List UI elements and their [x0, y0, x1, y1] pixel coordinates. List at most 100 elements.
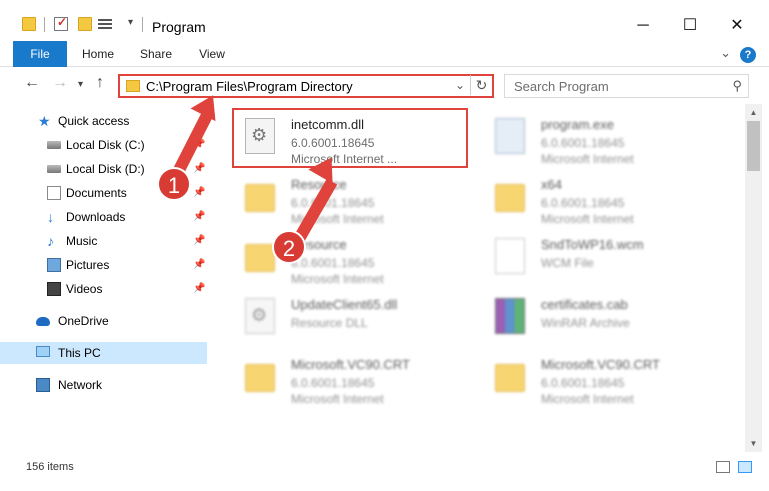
file-name: SndToWP16.wcm: [541, 237, 644, 252]
separator: [44, 17, 45, 32]
folder-icon: [495, 364, 525, 392]
file-name: Microsoft.VC90.CRT: [291, 357, 410, 372]
scrollbar-thumb[interactable]: [747, 121, 760, 171]
computer-icon: [36, 346, 50, 357]
exe-file-icon: [495, 118, 525, 154]
ribbon-tabs: File Home Share View ⌄ ?: [0, 41, 769, 67]
vertical-scrollbar[interactable]: ▲ ▼: [745, 104, 762, 452]
star-icon: ★: [38, 113, 51, 129]
address-path[interactable]: C:\Program Files\Program Directory: [146, 79, 353, 94]
file-name: Microsoft.VC90.CRT: [541, 357, 660, 372]
folder-icon: [495, 184, 525, 212]
address-bar[interactable]: C:\Program Files\Program Directory ⌄ ↻: [118, 74, 494, 98]
file-type: WCM File: [541, 256, 594, 270]
file-version: 6.0.6001.18645: [291, 376, 375, 390]
sidebar-item-network[interactable]: Network: [0, 374, 207, 396]
customize-toolbar-icon[interactable]: [98, 17, 112, 31]
document-icon: [47, 186, 61, 200]
sidebar-item-videos[interactable]: Videos 📌: [0, 278, 207, 300]
sidebar-item-pictures[interactable]: Pictures 📌: [0, 254, 207, 276]
file-type: WinRAR Archive: [541, 316, 630, 330]
folder-icon: [245, 244, 275, 272]
document-file-icon: [495, 238, 525, 274]
sidebar-item-label: Quick access: [58, 114, 130, 128]
minimize-button[interactable]: ─: [620, 12, 666, 40]
pin-icon[interactable]: 📌: [193, 206, 205, 228]
pin-icon[interactable]: 📌: [193, 158, 205, 180]
folder-item[interactable]: Resource 6.0.6001.18645 Microsoft Intern…: [225, 170, 475, 226]
details-view-icon[interactable]: [716, 461, 730, 473]
search-icon[interactable]: ⚲: [732, 78, 742, 94]
file-item[interactable]: certificates.cab WinRAR Archive: [475, 290, 725, 346]
file-description: Microsoft Internet: [541, 212, 634, 226]
sidebar-item-label: Videos: [66, 282, 103, 296]
download-icon: ↓: [47, 209, 54, 225]
navigation-bar: ← → ▾ ↑ C:\Program Files\Program Directo…: [0, 68, 769, 102]
file-item[interactable]: UpdateClient65.dll Resource DLL: [225, 290, 475, 346]
video-icon: [47, 282, 61, 296]
file-item[interactable]: program.exe 6.0.6001.18645 Microsoft Int…: [475, 110, 725, 166]
pin-icon[interactable]: 📌: [193, 254, 205, 276]
pin-icon[interactable]: 📌: [193, 182, 205, 204]
file-description: Microsoft Internet: [541, 392, 634, 406]
search-input[interactable]: Search Program: [514, 79, 609, 94]
folder-item[interactable]: Resource 6.0.6001.18645 Microsoft Intern…: [225, 230, 475, 286]
sidebar-item-label: Documents: [66, 186, 127, 200]
address-dropdown-icon[interactable]: ⌄: [455, 78, 465, 92]
folder-item[interactable]: Microsoft.VC90.CRT 6.0.6001.18645 Micros…: [475, 350, 725, 406]
refresh-icon[interactable]: ↻: [470, 75, 492, 95]
sidebar-item-this-pc[interactable]: This PC: [0, 342, 207, 364]
file-description: Microsoft Internet: [291, 392, 384, 406]
forward-button[interactable]: →: [52, 74, 68, 92]
title-bar: ▾ Program ─ ☐ ✕: [0, 0, 769, 40]
cab-file-icon: [495, 298, 525, 334]
step-badge-2: 2: [272, 230, 306, 264]
sidebar-item-label: Pictures: [66, 258, 110, 272]
pin-icon[interactable]: 📌: [193, 278, 205, 300]
close-button[interactable]: ✕: [714, 12, 760, 40]
help-icon[interactable]: ?: [740, 47, 756, 63]
separator: [142, 17, 143, 32]
sidebar-item-label: This PC: [58, 346, 101, 360]
up-button[interactable]: ↑: [96, 74, 104, 92]
file-description: Microsoft Internet: [291, 272, 384, 286]
sidebar-item-local-disk-c[interactable]: Local Disk (C:) 📌: [0, 134, 207, 156]
maximize-button[interactable]: ☐: [667, 12, 713, 40]
music-icon: ♪: [47, 233, 54, 249]
file-type: Resource DLL: [291, 316, 368, 330]
navigation-pane: ★ Quick access Local Disk (C:) 📌 Local D…: [0, 104, 207, 452]
tiles-view-icon[interactable]: [738, 461, 752, 473]
file-name: UpdateClient65.dll: [291, 297, 398, 312]
folder-icon: [22, 17, 36, 31]
folder-item[interactable]: Microsoft.VC90.CRT 6.0.6001.18645 Micros…: [225, 350, 475, 406]
pin-icon[interactable]: 📌: [193, 230, 205, 252]
search-box[interactable]: Search Program ⚲: [504, 74, 749, 98]
tab-share[interactable]: Share: [133, 41, 179, 67]
expand-ribbon-icon[interactable]: ⌄: [720, 45, 731, 61]
file-name: program.exe: [541, 117, 614, 132]
recent-locations-icon[interactable]: ▾: [78, 79, 83, 90]
scroll-down-icon[interactable]: ▼: [745, 435, 762, 452]
back-button[interactable]: ←: [24, 74, 40, 92]
sidebar-item-quick-access[interactable]: ★ Quick access: [0, 110, 207, 132]
sidebar-item-downloads[interactable]: ↓ Downloads 📌: [0, 206, 207, 228]
file-name: Resource: [291, 177, 347, 192]
sidebar-item-music[interactable]: ♪ Music 📌: [0, 230, 207, 252]
file-version: 6.0.6001.18645: [541, 376, 625, 390]
tab-home[interactable]: Home: [76, 41, 120, 67]
new-folder-icon[interactable]: [78, 17, 92, 31]
window-title: Program: [152, 19, 206, 35]
folder-icon: [245, 364, 275, 392]
file-item[interactable]: SndToWP16.wcm WCM File: [475, 230, 725, 286]
tab-view[interactable]: View: [192, 41, 232, 67]
folder-item[interactable]: x64 6.0.6001.18645 Microsoft Internet: [475, 170, 725, 226]
step-badge-1: 1: [157, 167, 191, 201]
sidebar-item-onedrive[interactable]: OneDrive: [0, 310, 207, 332]
quick-access-dropdown-icon[interactable]: ▾: [128, 17, 133, 28]
file-version: 6.0.6001.18645: [541, 196, 625, 210]
scroll-up-icon[interactable]: ▲: [745, 104, 762, 121]
file-version: 6.0.6001.18645: [291, 196, 375, 210]
properties-check-icon[interactable]: [54, 15, 68, 31]
tab-file[interactable]: File: [13, 41, 67, 67]
file-description: Microsoft Internet: [541, 152, 634, 166]
